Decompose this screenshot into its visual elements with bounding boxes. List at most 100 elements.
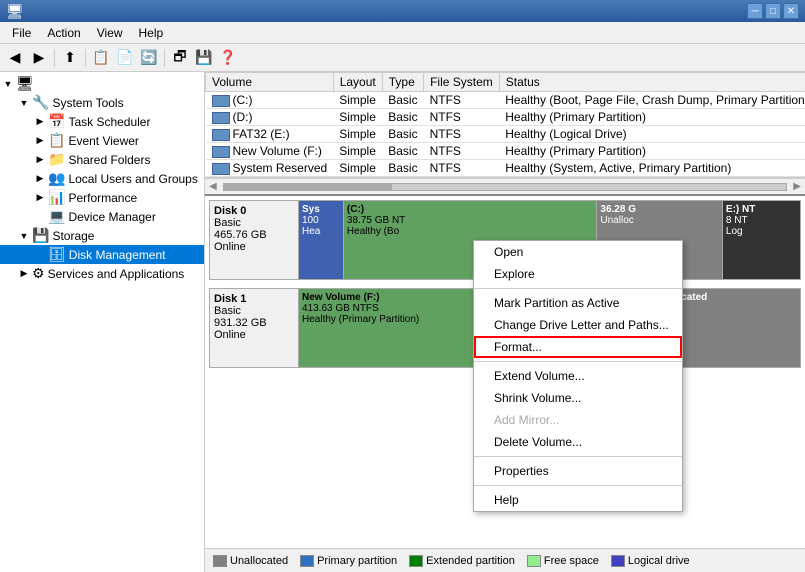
cell-status: Healthy (Logical Drive) (499, 126, 805, 143)
disk-info: Disk 0 Basic 465.76 GB Online (209, 200, 299, 280)
disk-size: 465.76 GB (214, 229, 294, 241)
sidebar-item-local-users[interactable]: ▶ 👥 Local Users and Groups (0, 169, 204, 188)
disk-management-label: Disk Management (69, 248, 166, 262)
menu-file[interactable]: File (4, 22, 39, 44)
col-layout[interactable]: Layout (333, 73, 382, 92)
cell-status: Healthy (Primary Partition) (499, 109, 805, 126)
col-volume[interactable]: Volume (206, 73, 334, 92)
expand-system-tools[interactable]: ▼ (16, 98, 32, 108)
sidebar-item-disk-management[interactable]: 🗄 Disk Management (0, 245, 204, 264)
context-menu-item-properties[interactable]: Properties (474, 460, 682, 482)
computer-icon: 🖥 (16, 75, 34, 92)
toolbar-separator-2 (85, 49, 86, 67)
table-row[interactable]: (D:) Simple Basic NTFS Healthy (Primary … (206, 109, 805, 126)
forward-button[interactable]: ▶ (28, 47, 50, 69)
context-menu-item-explore[interactable]: Explore (474, 263, 682, 285)
context-menu-item-mark-partition-as-active[interactable]: Mark Partition as Active (474, 292, 682, 314)
disk-type: Basic (214, 217, 294, 229)
export-button[interactable]: 💾 (193, 47, 215, 69)
table-row[interactable]: System Reserved Simple Basic NTFS Health… (206, 160, 805, 177)
expand-root[interactable]: ▼ (0, 79, 16, 89)
menu-action[interactable]: Action (39, 22, 88, 44)
context-menu-item-delete-volume---[interactable]: Delete Volume... (474, 431, 682, 453)
cell-fs: NTFS (424, 126, 500, 143)
cell-fs: NTFS (424, 143, 500, 160)
sidebar-item-task-scheduler[interactable]: ▶ 📅 Task Scheduler (0, 112, 204, 131)
refresh-button[interactable]: 🔄 (138, 47, 160, 69)
sidebar[interactable]: ▼ 🖥 ▼ 🔧 System Tools ▶ 📅 Task Scheduler … (0, 72, 205, 572)
expand-local-users[interactable]: ▶ (32, 173, 48, 184)
close-button[interactable]: ✕ (783, 3, 799, 19)
disk-status: Online (214, 241, 294, 253)
context-menu-separator (474, 485, 682, 486)
menu-help[interactable]: Help (131, 22, 172, 44)
legend-label-extended: Extended partition (426, 555, 515, 567)
context-menu-item-help[interactable]: Help (474, 489, 682, 511)
window-controls[interactable]: ─ □ ✕ (747, 3, 799, 19)
menu-view[interactable]: View (89, 22, 131, 44)
legend-box-unallocated (213, 555, 227, 567)
sidebar-root-item[interactable]: ▼ 🖥 (0, 74, 204, 93)
storage-icon: 💾 (32, 227, 49, 244)
expand-shared-folders[interactable]: ▶ (32, 154, 48, 165)
col-status[interactable]: Status (499, 73, 805, 92)
sidebar-item-event-viewer[interactable]: ▶ 📋 Event Viewer (0, 131, 204, 150)
table-row[interactable]: (C:) Simple Basic NTFS Healthy (Boot, Pa… (206, 92, 805, 109)
partition-detail: Unalloc (600, 215, 719, 226)
content-area: Volume Layout Type File System Status C … (205, 72, 805, 572)
col-filesystem[interactable]: File System (424, 73, 500, 92)
sidebar-item-system-tools[interactable]: ▼ 🔧 System Tools (0, 93, 204, 112)
partition-sublabel: 38.75 GB NT (347, 215, 593, 226)
horizontal-scrollbar[interactable]: ◀ ▶ (205, 178, 805, 194)
disk-size: 931.32 GB (214, 317, 294, 329)
partition-0[interactable]: Sys 100 Hea (299, 201, 344, 279)
maximize-button[interactable]: □ (765, 3, 781, 19)
disk-table-scroll[interactable]: Volume Layout Type File System Status C … (205, 72, 805, 178)
sidebar-item-device-manager[interactable]: 💻 Device Manager (0, 207, 204, 226)
sidebar-item-performance[interactable]: ▶ 📊 Performance (0, 188, 204, 207)
expand-storage[interactable]: ▼ (16, 231, 32, 241)
legend-box-primary (300, 555, 314, 567)
disk-name: Disk 1 (214, 293, 294, 305)
back-button[interactable]: ◀ (4, 47, 26, 69)
help-button[interactable]: ❓ (217, 47, 239, 69)
new-window-button[interactable]: 🗗 (169, 47, 191, 69)
show-hide-button[interactable]: 📋 (90, 47, 112, 69)
context-menu-item-extend-volume---[interactable]: Extend Volume... (474, 365, 682, 387)
partition-label: 36.28 G (600, 204, 719, 215)
col-type[interactable]: Type (382, 73, 423, 92)
properties-button[interactable]: 📄 (114, 47, 136, 69)
cell-layout: Simple (333, 109, 382, 126)
cell-fs: NTFS (424, 92, 500, 109)
menu-bar: File Action View Help (0, 22, 805, 44)
expand-services[interactable]: ▶ (16, 268, 32, 279)
partition-3[interactable]: E:) NT 8 NT Log (723, 201, 800, 279)
table-row[interactable]: New Volume (F:) Simple Basic NTFS Health… (206, 143, 805, 160)
cell-layout: Simple (333, 143, 382, 160)
context-menu-item-shrink-volume---[interactable]: Shrink Volume... (474, 387, 682, 409)
main-container: ▼ 🖥 ▼ 🔧 System Tools ▶ 📅 Task Scheduler … (0, 72, 805, 572)
table-row[interactable]: FAT32 (E:) Simple Basic NTFS Healthy (Lo… (206, 126, 805, 143)
context-menu-item-format---[interactable]: Format... (474, 336, 682, 358)
context-menu-item-add-mirror---: Add Mirror... (474, 409, 682, 431)
cell-status: Healthy (Primary Partition) (499, 143, 805, 160)
sidebar-item-storage[interactable]: ▼ 💾 Storage (0, 226, 204, 245)
app-icon: 🖥 (6, 3, 24, 20)
sidebar-item-shared-folders[interactable]: ▶ 📁 Shared Folders (0, 150, 204, 169)
partition-detail: Log (726, 226, 797, 237)
legend-free: Free space (527, 555, 599, 567)
event-viewer-icon: 📋 (48, 132, 65, 149)
context-menu-separator (474, 288, 682, 289)
context-menu-item-change-drive-letter-and-paths---[interactable]: Change Drive Letter and Paths... (474, 314, 682, 336)
up-button[interactable]: ⬆ (59, 47, 81, 69)
cell-volume: New Volume (F:) (206, 143, 334, 160)
context-menu-item-open[interactable]: Open (474, 241, 682, 263)
context-menu-separator (474, 456, 682, 457)
sidebar-item-services[interactable]: ▶ ⚙ Services and Applications (0, 264, 204, 283)
expand-performance[interactable]: ▶ (32, 192, 48, 203)
local-users-label: Local Users and Groups (68, 172, 197, 186)
minimize-button[interactable]: ─ (747, 3, 763, 19)
performance-label: Performance (68, 191, 137, 205)
expand-event-viewer[interactable]: ▶ (32, 135, 48, 146)
expand-task-scheduler[interactable]: ▶ (32, 116, 48, 127)
